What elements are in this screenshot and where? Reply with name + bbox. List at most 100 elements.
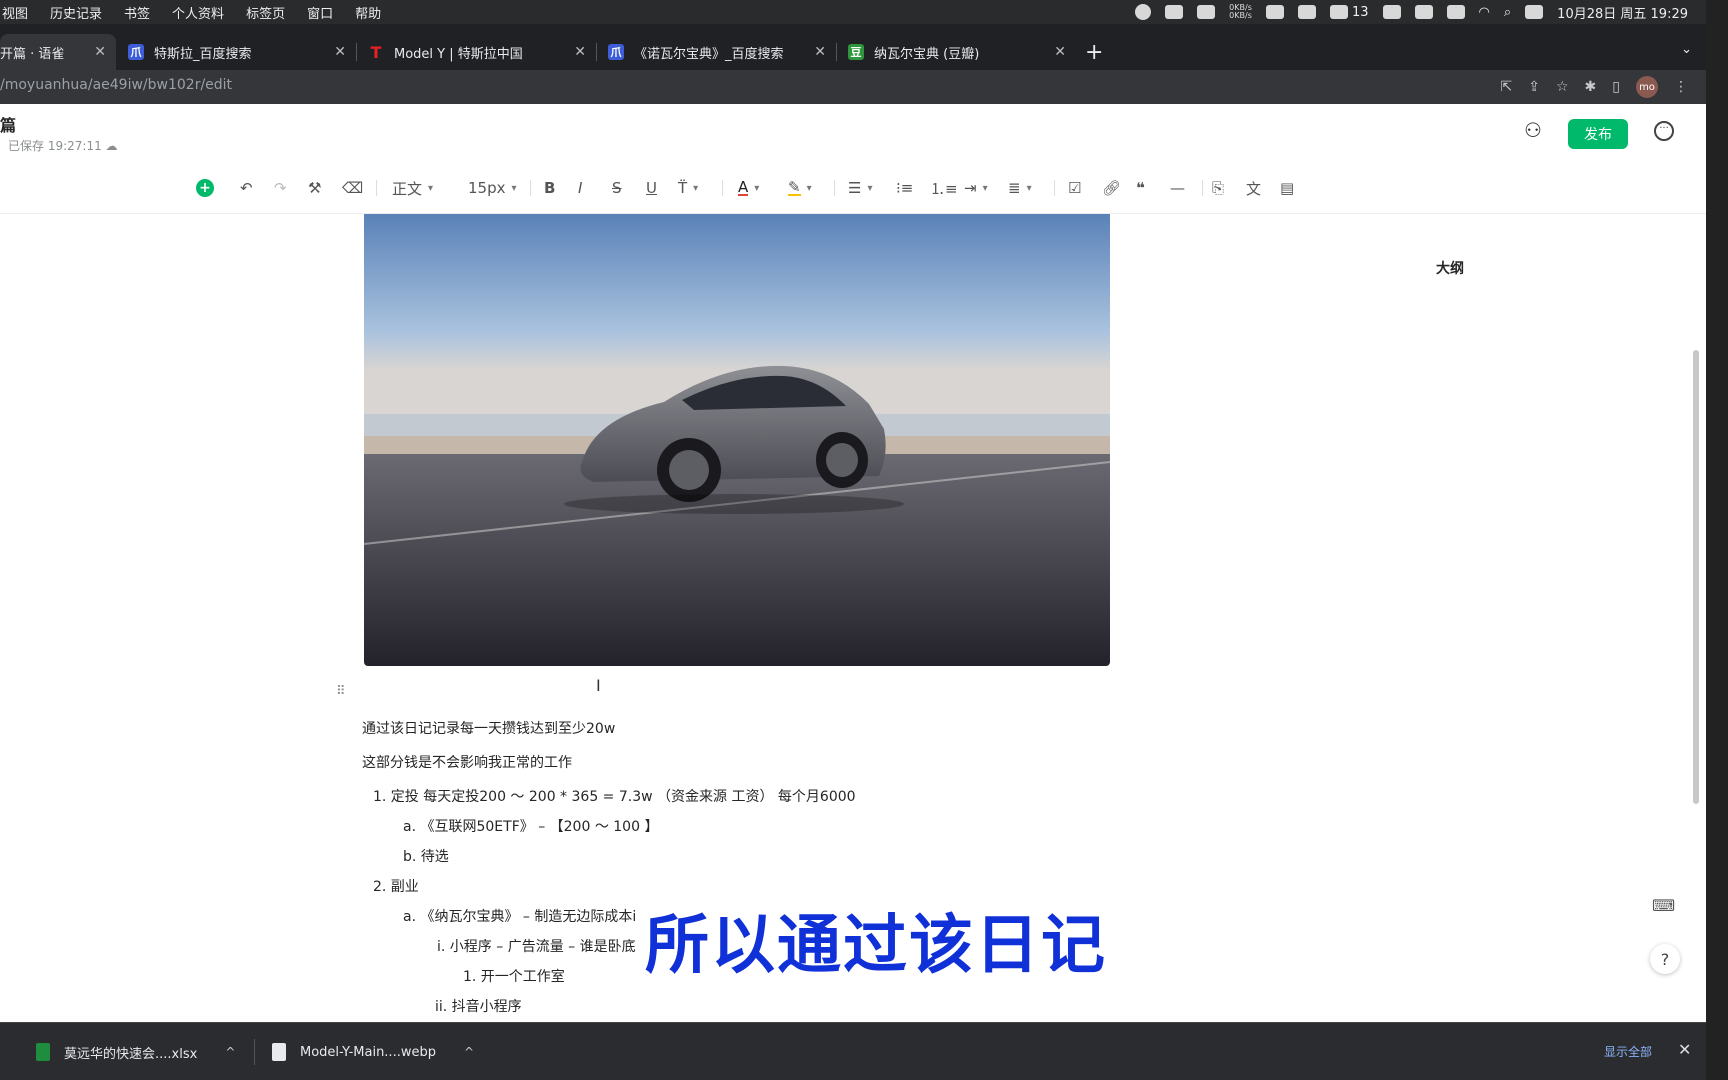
bookmark-star-icon[interactable]: ☆ xyxy=(1556,79,1569,95)
list-item[interactable]: 1. 开一个工作室 xyxy=(463,966,565,986)
text-style-dropdown[interactable]: T̈ xyxy=(678,176,698,200)
list-item[interactable]: b. 待选 xyxy=(403,846,449,866)
underline-icon[interactable]: U xyxy=(646,176,657,200)
help-button[interactable]: ? xyxy=(1650,944,1680,974)
app-menus: 视图 历史记录 书签 个人资料 标签页 窗口 帮助 xyxy=(0,3,381,22)
add-collaborator-icon[interactable]: ⚇ xyxy=(1524,118,1542,142)
close-icon[interactable]: ✕ xyxy=(94,44,106,60)
list-item[interactable]: ii. 抖音小程序 xyxy=(435,996,522,1016)
redo-icon[interactable]: ↷ xyxy=(274,176,287,200)
divider-line-icon[interactable]: — xyxy=(1170,176,1185,200)
cat-icon[interactable] xyxy=(1197,5,1216,19)
insert-block-button[interactable]: + xyxy=(196,176,214,200)
list-item[interactable]: a. 《纳瓦尔宝典》 – 制造无边际成本i xyxy=(403,906,636,926)
wechat-status[interactable]: 13 xyxy=(1329,5,1369,20)
scrollbar-thumb[interactable] xyxy=(1693,350,1699,804)
menu-help[interactable]: 帮助 xyxy=(355,3,381,22)
close-icon[interactable]: ✕ xyxy=(1678,1040,1691,1059)
indent-dropdown[interactable]: ⇥ xyxy=(964,176,988,200)
grid-icon[interactable] xyxy=(1297,5,1316,19)
clock[interactable]: 10月28日 周五 19:29 xyxy=(1557,3,1688,22)
strikethrough-icon[interactable]: S xyxy=(612,176,622,200)
menu-bookmarks[interactable]: 书签 xyxy=(124,3,150,22)
url-field[interactable]: /moyuanhua/ae49iw/bw102r/edit xyxy=(0,77,232,93)
align-dropdown[interactable]: ☰ xyxy=(848,176,872,200)
player-icon[interactable] xyxy=(1165,5,1184,19)
open-external-icon[interactable]: ⇱ xyxy=(1501,79,1513,95)
tab-naval-baidu[interactable]: 爪 《诺瓦尔宝典》_百度搜索 ✕ xyxy=(598,34,837,70)
tab-search-chevron-icon[interactable]: ⌄ xyxy=(1681,42,1692,57)
bullet-list-icon[interactable]: ⁝≡ xyxy=(896,176,913,200)
numbered-list-icon[interactable]: ⒈≡ xyxy=(930,176,958,200)
highlight-color-dropdown[interactable]: ✎ xyxy=(788,176,812,200)
list-item[interactable]: i. 小程序 – 广告流量 – 谁是卧底 xyxy=(437,936,636,956)
toolbar-divider xyxy=(834,180,835,196)
font-color-dropdown[interactable]: A xyxy=(738,176,759,200)
translate-icon[interactable]: 文 xyxy=(1246,176,1261,200)
photos-icon[interactable] xyxy=(1414,5,1433,19)
font-color-icon: A xyxy=(738,178,749,196)
outline-title[interactable]: 大纲 xyxy=(1436,258,1464,278)
more-options-icon[interactable]: ··· xyxy=(1654,121,1674,141)
address-bar: /moyuanhua/ae49iw/bw102r/edit ⇱ ⇪ ☆ ✱ ▯ … xyxy=(0,70,1728,104)
document-icon[interactable]: ▤ xyxy=(1280,176,1294,200)
leaf-icon[interactable] xyxy=(1265,5,1284,19)
format-painter-icon[interactable]: ⚒ xyxy=(308,176,321,200)
find-replace-icon[interactable]: ⎘ xyxy=(1212,176,1224,200)
tab-naval-douban[interactable]: 豆 纳瓦尔宝典 (豆瓣) ✕ xyxy=(838,34,1076,70)
paragraph[interactable]: 通过该日记记录每一天攒钱达到至少20w xyxy=(362,718,615,738)
menu-tabs[interactable]: 标签页 xyxy=(246,3,285,22)
browser-menu-icon[interactable]: ⋮ xyxy=(1674,79,1688,95)
doc-title[interactable]: 篇 xyxy=(0,112,16,136)
italic-icon[interactable]: I xyxy=(578,176,582,200)
menu-profiles[interactable]: 个人资料 xyxy=(172,3,224,22)
share-icon[interactable]: ⇪ xyxy=(1528,79,1540,95)
link-icon[interactable]: 🔗︎ xyxy=(1102,176,1121,200)
align-left-icon: ☰ xyxy=(848,179,862,197)
font-size-value: 15px xyxy=(468,179,506,197)
list-item[interactable]: 1. 定投 每天定投200 ～ 200 * 365 = 7.3w （资金来源 工… xyxy=(373,786,856,806)
close-icon[interactable]: ✕ xyxy=(814,44,826,60)
battery-icon[interactable] xyxy=(1446,5,1465,19)
download-item-webp[interactable]: Model-Y-Main....webp ^ xyxy=(272,1037,474,1067)
clear-format-icon[interactable]: ⌫ xyxy=(342,176,363,200)
tab-tesla-baidu[interactable]: 爪 特斯拉_百度搜索 ✕ xyxy=(118,34,357,70)
side-panel-icon[interactable]: ▯ xyxy=(1612,79,1620,95)
toolbar-divider xyxy=(530,180,531,196)
undo-icon[interactable]: ↶ xyxy=(240,176,253,200)
paragraph[interactable]: 这部分钱是不会影响我正常的工作 xyxy=(362,752,572,772)
extensions-icon[interactable]: ✱ xyxy=(1585,79,1597,95)
line-spacing-dropdown[interactable]: ≣ xyxy=(1008,176,1032,200)
wifi-icon[interactable]: ◠ xyxy=(1479,5,1490,20)
menu-view[interactable]: 视图 xyxy=(2,3,28,22)
tab-yuque[interactable]: 开篇 · 语雀 ✕ xyxy=(0,34,116,70)
tesla-icon: T xyxy=(370,42,382,62)
chevron-up-icon[interactable]: ^ xyxy=(464,1045,474,1059)
profile-avatar[interactable]: mo xyxy=(1636,76,1658,98)
creative-cloud-icon[interactable] xyxy=(1135,4,1152,20)
new-tab-button[interactable]: + xyxy=(1085,40,1103,65)
drag-handle-icon[interactable]: ⠿ xyxy=(336,684,346,699)
menu-history[interactable]: 历史记录 xyxy=(50,3,102,22)
list-item[interactable]: a. 《互联网50ETF》 – 【200 ～ 100 】 xyxy=(403,816,658,836)
bold-icon[interactable]: B xyxy=(544,176,555,200)
chevron-up-icon[interactable]: ^ xyxy=(225,1045,235,1059)
car-image[interactable] xyxy=(364,214,1110,666)
paragraph-style-dropdown[interactable]: 正文 xyxy=(392,176,433,200)
show-all-downloads-link[interactable]: 显示全部 xyxy=(1604,1043,1652,1060)
close-icon[interactable]: ✕ xyxy=(334,44,346,60)
menu-window[interactable]: 窗口 xyxy=(307,3,333,22)
publish-button[interactable]: 发布 xyxy=(1568,119,1628,149)
quote-icon[interactable]: ❝ xyxy=(1136,176,1145,200)
keyboard-shortcuts-icon[interactable]: ⌨ xyxy=(1652,896,1675,915)
close-icon[interactable]: ✕ xyxy=(574,44,586,60)
control-center-icon[interactable] xyxy=(1525,5,1544,19)
list-item[interactable]: 2. 副业 xyxy=(373,876,419,896)
calendar-icon[interactable] xyxy=(1382,5,1401,19)
spotlight-icon[interactable]: ⌕ xyxy=(1504,5,1511,20)
tab-model-y[interactable]: T Model Y | 特斯拉中国 ✕ xyxy=(358,34,597,70)
checkbox-icon[interactable]: ☑ xyxy=(1068,176,1081,200)
download-item-xlsx[interactable]: 莫远华的快速会....xlsx ^ xyxy=(36,1037,235,1067)
close-icon[interactable]: ✕ xyxy=(1054,44,1066,60)
font-size-dropdown[interactable]: 15px xyxy=(468,176,517,200)
